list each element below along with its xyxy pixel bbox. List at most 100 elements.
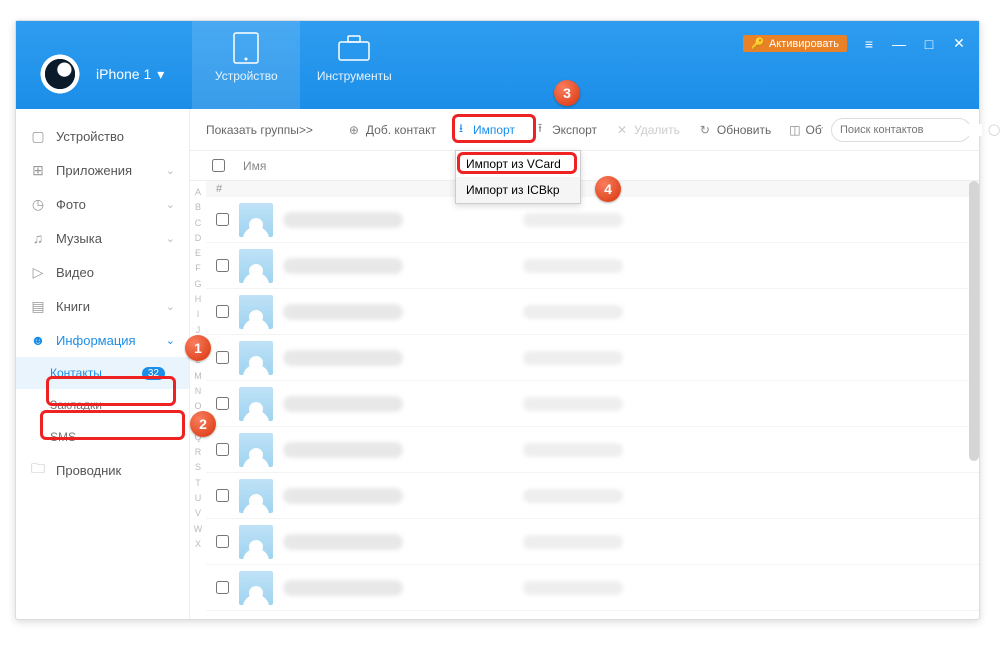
nav-tabs: Устройство Инструменты bbox=[192, 21, 408, 109]
sidebar-item-sms[interactable]: SMS bbox=[16, 421, 189, 453]
row-checkbox[interactable] bbox=[216, 397, 229, 410]
contact-name-blurred bbox=[283, 488, 403, 504]
avatar-icon bbox=[239, 387, 273, 421]
contact-row[interactable] bbox=[206, 197, 979, 243]
sidebar-item-contacts[interactable]: Контакты 32 bbox=[16, 357, 189, 389]
delete-icon: ✕ bbox=[615, 123, 629, 137]
sidebar-label: Проводник bbox=[56, 463, 121, 478]
contact-number-blurred bbox=[523, 259, 623, 273]
contact-row[interactable] bbox=[206, 473, 979, 519]
sidebar-item-bookmarks[interactable]: Закладки bbox=[16, 389, 189, 421]
add-contact-button[interactable]: ⊕ Доб. контакт bbox=[339, 119, 444, 141]
contact-row[interactable] bbox=[206, 519, 979, 565]
contact-row[interactable] bbox=[206, 289, 979, 335]
contact-number-blurred bbox=[523, 581, 623, 595]
sidebar-label: Книги bbox=[56, 299, 90, 314]
row-checkbox[interactable] bbox=[216, 213, 229, 226]
import-button[interactable]: ⭳ Импорт bbox=[446, 119, 523, 141]
export-icon: ⭱ bbox=[533, 123, 547, 137]
export-button[interactable]: ⭱ Экспорт bbox=[525, 119, 605, 141]
show-groups-button[interactable]: Показать группы>> bbox=[198, 119, 321, 141]
contact-row[interactable] bbox=[206, 565, 979, 611]
sidebar-item-apps[interactable]: ⊞ Приложения ⌄ bbox=[16, 153, 189, 187]
logo-area: iPhone 1 ▾ bbox=[16, 21, 164, 109]
contact-name-blurred bbox=[283, 304, 403, 320]
annotation-marker-4: 4 bbox=[595, 176, 621, 202]
avatar-icon bbox=[239, 525, 273, 559]
info-icon: ☻ bbox=[30, 332, 46, 348]
row-checkbox[interactable] bbox=[216, 581, 229, 594]
minimize-button[interactable]: — bbox=[891, 36, 907, 52]
sidebar-item-photo[interactable]: ◷ Фото ⌄ bbox=[16, 187, 189, 221]
device-selector[interactable]: iPhone 1 ▾ bbox=[96, 66, 164, 83]
row-checkbox[interactable] bbox=[216, 535, 229, 548]
search-input[interactable] bbox=[840, 124, 982, 136]
export-label: Экспорт bbox=[552, 123, 597, 137]
row-checkbox[interactable] bbox=[216, 351, 229, 364]
contact-number-blurred bbox=[523, 213, 623, 227]
sidebar-label: Фото bbox=[56, 197, 86, 212]
sidebar-item-music[interactable]: ♫ Музыка ⌄ bbox=[16, 221, 189, 255]
contact-number-blurred bbox=[523, 535, 623, 549]
contact-row[interactable] bbox=[206, 243, 979, 289]
refresh-button[interactable]: ↻ Обновить bbox=[690, 119, 779, 141]
delete-button[interactable]: ✕ Удалить bbox=[607, 119, 688, 141]
activate-label: Активировать bbox=[769, 38, 839, 50]
scrollbar-thumb[interactable] bbox=[969, 181, 979, 461]
merge-label: Объ bbox=[806, 123, 824, 137]
nav-tab-tools[interactable]: Инструменты bbox=[300, 21, 408, 109]
contact-number-blurred bbox=[523, 305, 623, 319]
app-logo-icon bbox=[38, 52, 82, 96]
section-header: # bbox=[206, 181, 979, 197]
row-checkbox[interactable] bbox=[216, 305, 229, 318]
contact-number-blurred bbox=[523, 351, 623, 365]
activate-button[interactable]: 🔑 Активировать bbox=[743, 35, 847, 52]
sidebar-item-books[interactable]: ▤ Книги ⌄ bbox=[16, 289, 189, 323]
import-vcard-item[interactable]: Импорт из VCard bbox=[456, 151, 580, 177]
sidebar-item-video[interactable]: ▷ Видео bbox=[16, 255, 189, 289]
contact-row[interactable] bbox=[206, 381, 979, 427]
import-label: Импорт bbox=[473, 123, 515, 137]
import-icbkp-item[interactable]: Импорт из ICBkp bbox=[456, 177, 580, 203]
row-checkbox[interactable] bbox=[216, 489, 229, 502]
books-icon: ▤ bbox=[30, 298, 46, 314]
merge-button[interactable]: ◫ Объ bbox=[781, 119, 823, 141]
select-all-checkbox[interactable] bbox=[212, 159, 225, 172]
sidebar-label: Видео bbox=[56, 265, 94, 280]
merge-icon: ◫ bbox=[789, 123, 800, 137]
menu-icon[interactable]: ≡ bbox=[861, 36, 877, 52]
sidebar-item-device[interactable]: ▢ Устройство bbox=[16, 119, 189, 153]
contact-name-blurred bbox=[283, 258, 403, 274]
app-window: iPhone 1 ▾ Устройство Инструменты 🔑 Акт bbox=[15, 20, 980, 620]
sidebar-label: Музыка bbox=[56, 231, 102, 246]
search-box[interactable]: ◯ bbox=[831, 118, 971, 142]
sidebar-item-explorer[interactable]: 🗀 Проводник bbox=[16, 453, 189, 487]
sidebar-label: Устройство bbox=[56, 129, 124, 144]
contact-number-blurred bbox=[523, 489, 623, 503]
annotation-marker-1: 1 bbox=[185, 335, 211, 361]
alpha-index[interactable]: ABCDEFGHIJKLMNOPQRSTUVWX bbox=[190, 181, 206, 619]
add-contact-label: Доб. контакт bbox=[366, 123, 436, 137]
nav-tab-device[interactable]: Устройство bbox=[192, 21, 300, 109]
avatar-icon bbox=[239, 249, 273, 283]
chevron-down-icon: ⌄ bbox=[166, 164, 175, 177]
chevron-down-icon: ▾ bbox=[157, 66, 164, 83]
toolbar: Показать группы>> ⊕ Доб. контакт ⭳ Импор… bbox=[190, 109, 979, 151]
sidebar-label: Контакты bbox=[50, 366, 102, 380]
contact-row[interactable] bbox=[206, 335, 979, 381]
row-checkbox[interactable] bbox=[216, 443, 229, 456]
annotation-marker-2: 2 bbox=[190, 411, 216, 437]
chevron-down-icon: ⌄ bbox=[166, 198, 175, 211]
contact-row[interactable] bbox=[206, 427, 979, 473]
sidebar-item-info[interactable]: ☻ Информация ⌄ bbox=[16, 323, 189, 357]
annotation-marker-3: 3 bbox=[554, 80, 580, 106]
device-icon: ▢ bbox=[30, 128, 46, 144]
avatar-icon bbox=[239, 479, 273, 513]
close-button[interactable]: ✕ bbox=[951, 35, 967, 52]
contact-rows: # bbox=[206, 181, 979, 619]
contact-number-blurred bbox=[523, 397, 623, 411]
contact-number-blurred bbox=[523, 443, 623, 457]
maximize-button[interactable]: □ bbox=[921, 36, 937, 52]
row-checkbox[interactable] bbox=[216, 259, 229, 272]
sidebar-label: Информация bbox=[56, 333, 136, 348]
